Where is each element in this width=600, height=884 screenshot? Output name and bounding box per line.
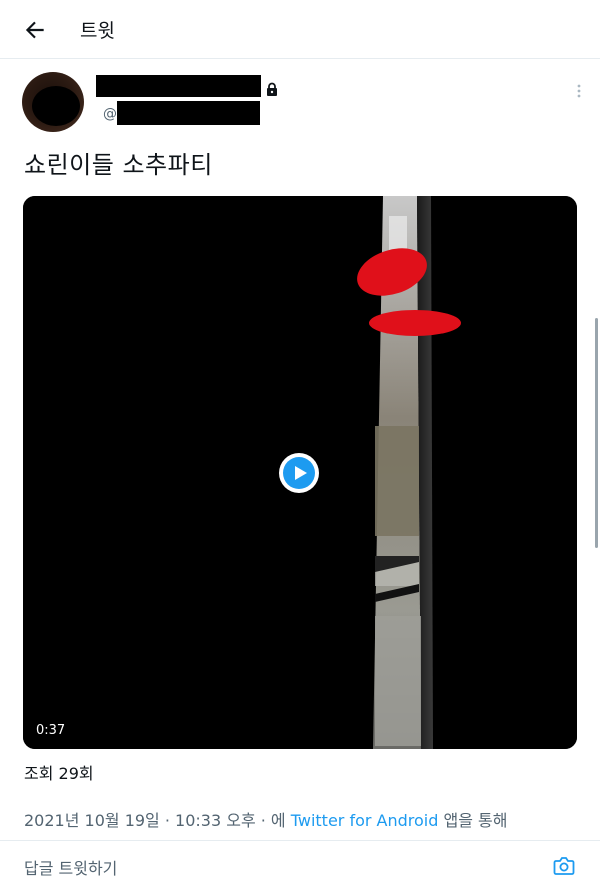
play-icon — [283, 457, 315, 489]
client-link[interactable]: Twitter for Android — [291, 811, 439, 830]
video-duration: 0:37 — [36, 723, 66, 738]
more-options-icon[interactable] — [576, 83, 582, 99]
avatar[interactable] — [22, 72, 84, 132]
handle-redacted[interactable] — [117, 101, 260, 125]
reply-input[interactable]: 답글 트윗하기 — [24, 855, 117, 879]
tweet-detail-page: 트윗 @ 쇼린이들 소추파티 0:37 조회 29회 2021년 10월 19일… — [0, 0, 600, 884]
camera-icon[interactable] — [553, 856, 575, 876]
top-bar: 트윗 — [0, 0, 600, 59]
tweet-text: 쇼린이들 소추파티 — [24, 151, 213, 179]
back-arrow-icon[interactable] — [22, 17, 48, 43]
play-button[interactable] — [279, 453, 319, 493]
client-suffix: 앱을 통해 — [438, 811, 508, 830]
timestamp-text[interactable]: 2021년 10월 19일 · 10:33 오후 · 에 — [24, 811, 291, 830]
handle-prefix: @ — [103, 106, 117, 122]
lock-icon — [267, 82, 277, 96]
tweet-timestamp: 2021년 10월 19일 · 10:33 오후 · 에 Twitter for… — [24, 807, 507, 831]
page-title: 트윗 — [80, 20, 115, 42]
divider — [0, 840, 600, 841]
scrollbar[interactable] — [595, 318, 598, 548]
video-player[interactable]: 0:37 — [23, 196, 577, 749]
view-count: 조회 29회 — [24, 764, 94, 783]
display-name-redacted[interactable] — [96, 75, 261, 97]
